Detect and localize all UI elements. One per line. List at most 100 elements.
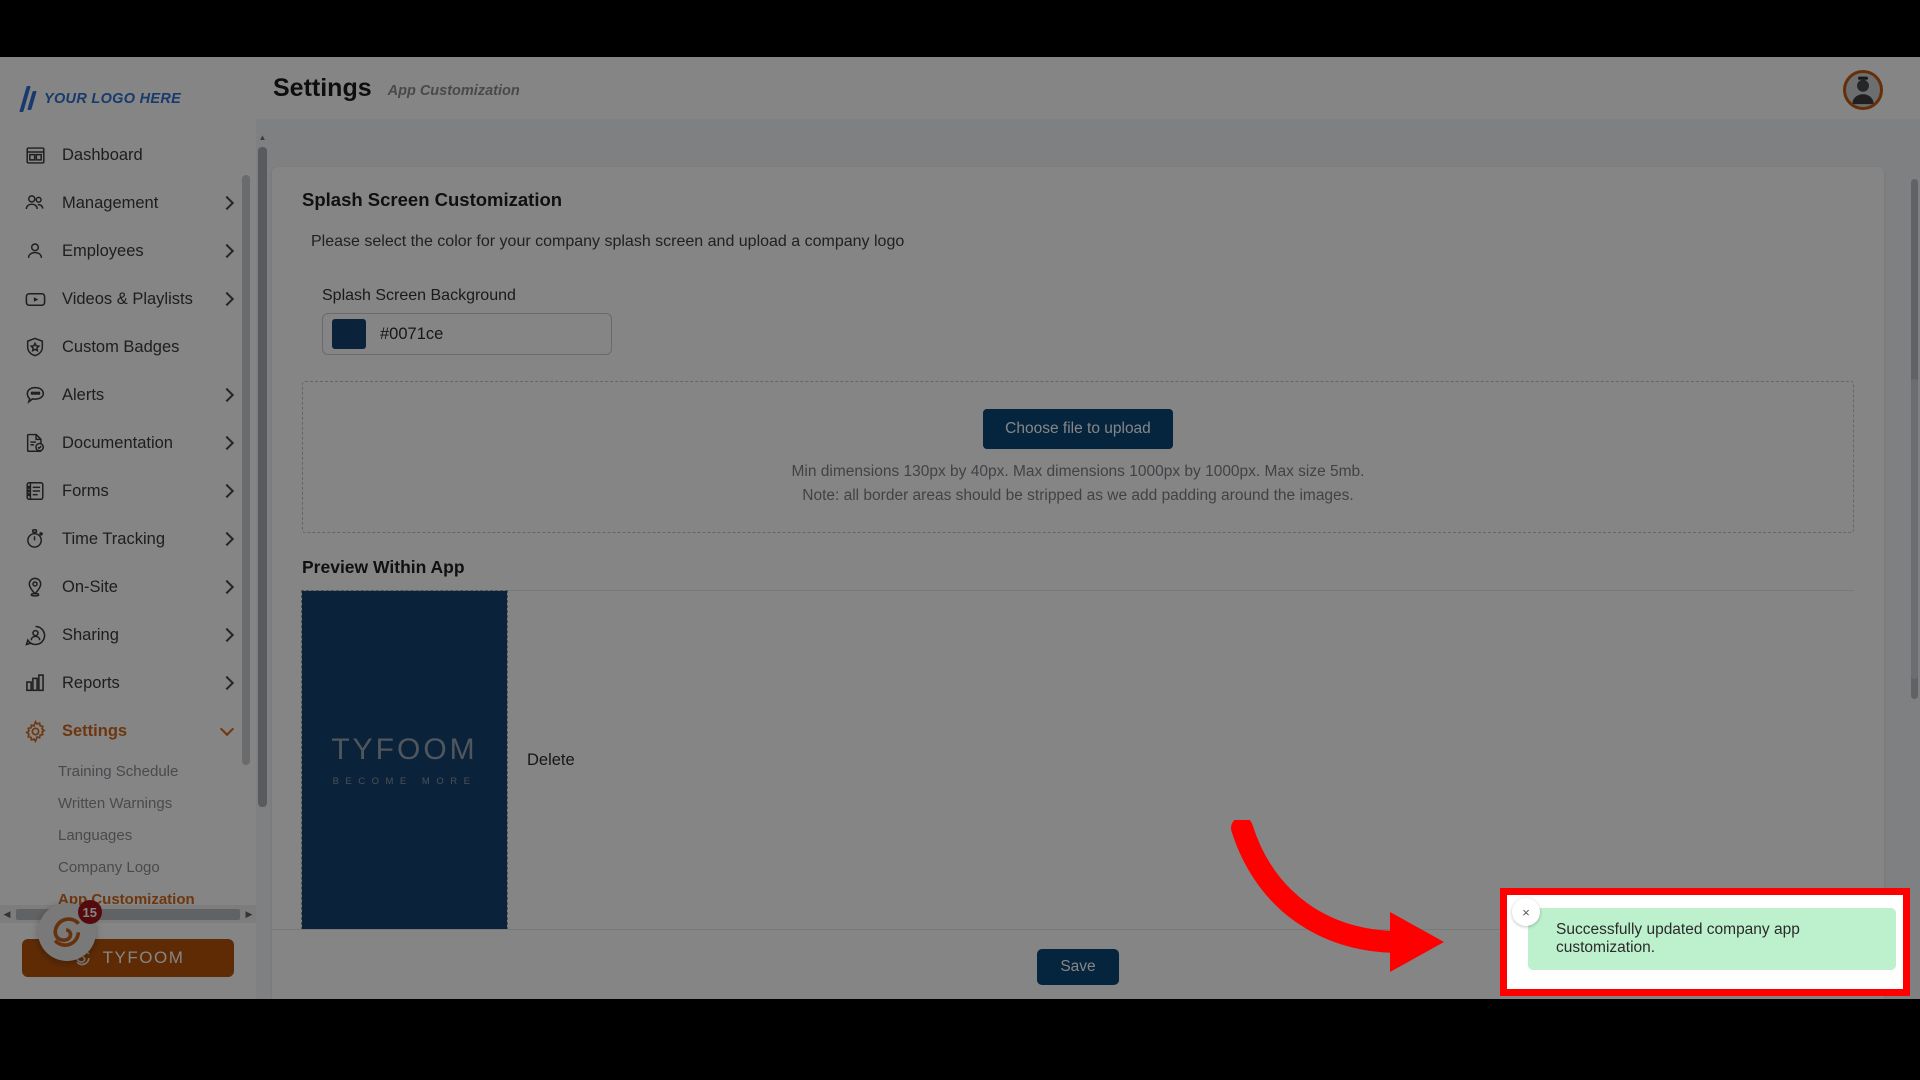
section-title: Splash Screen Customization: [302, 189, 563, 210]
stopwatch-icon: [22, 526, 48, 552]
dashboard-icon: [22, 142, 48, 168]
sidebar-item-time-tracking[interactable]: Time Tracking: [0, 515, 256, 563]
chevron-right-icon: [219, 579, 235, 595]
chevron-right-icon: [219, 243, 235, 259]
save-button[interactable]: Save: [1037, 948, 1119, 985]
card-body: Splash Screen Customization Please selec…: [272, 167, 1884, 930]
sidebar-horizontal-scrollbar[interactable]: ◀ ▶: [0, 905, 256, 923]
splash-background-label: Splash Screen Background: [322, 287, 516, 304]
gear-icon: [22, 718, 48, 744]
sidebar-subitem-training-schedule[interactable]: Training Schedule: [0, 755, 256, 787]
sidebar-subitem-label: Written Warnings: [58, 794, 173, 812]
bar-chart-icon: [22, 670, 48, 696]
sidebar-item-settings[interactable]: Settings: [0, 707, 256, 755]
splash-logo-tagline: BECOME MORE: [332, 776, 477, 787]
file-dropzone[interactable]: Choose file to upload Min dimensions 130…: [302, 381, 1854, 533]
choose-file-button[interactable]: Choose file to upload: [983, 409, 1173, 449]
document-check-icon: [22, 430, 48, 456]
color-value-text: #0071ce: [380, 324, 444, 343]
sidebar-subitem-label: Company Logo: [58, 858, 160, 876]
section-subtitle: Please select the color for your company…: [311, 233, 905, 250]
sidebar-subitem-label: Training Schedule: [58, 762, 179, 780]
chevron-right-icon: [219, 435, 235, 451]
application-window: YOUR LOGO HERE Dashboard Management Empl…: [0, 57, 1920, 999]
sidebar-item-management[interactable]: Management: [0, 179, 256, 227]
sidebar-item-label: Alerts: [62, 385, 105, 404]
badge-shield-icon: [22, 334, 48, 360]
sidebar-item-label: Management: [62, 193, 159, 212]
chevron-right-icon: [219, 483, 235, 499]
main-content: Splash Screen Customization Please selec…: [270, 119, 1920, 999]
logo-mark-icon: [19, 86, 38, 112]
sidebar-item-label: Custom Badges: [62, 337, 180, 356]
sidebar-item-label: Sharing: [62, 625, 119, 644]
sidebar-item-label: Forms: [62, 481, 109, 500]
forms-list-icon: [22, 478, 48, 504]
content-inner-scrollbar[interactable]: [258, 147, 267, 807]
sidebar-nav: Dashboard Management Employees Videos & …: [0, 131, 256, 915]
splash-preview: TYFOOM BECOME MORE: [301, 590, 508, 930]
sidebar-subitem-languages[interactable]: Languages: [0, 819, 256, 851]
sidebar-item-reports[interactable]: Reports: [0, 659, 256, 707]
content-vertical-scrollbar-secondary[interactable]: [1911, 379, 1918, 679]
sidebar-item-dashboard[interactable]: Dashboard: [0, 131, 256, 179]
chat-alert-icon: [22, 382, 48, 408]
sidebar-item-label: Settings: [62, 721, 128, 740]
screen-root: YOUR LOGO HERE Dashboard Management Empl…: [0, 0, 1920, 1080]
chevron-down-icon: [219, 721, 235, 737]
chevron-right-icon: [219, 675, 235, 691]
video-icon: [22, 286, 48, 312]
sidebar-item-custom-badges[interactable]: Custom Badges: [0, 323, 256, 371]
sidebar-item-documentation[interactable]: Documentation: [0, 419, 256, 467]
sidebar-item-alerts[interactable]: Alerts: [0, 371, 256, 419]
sidebar-subitem-label: Languages: [58, 826, 133, 844]
map-pin-icon: [22, 574, 48, 600]
sidebar: YOUR LOGO HERE Dashboard Management Empl…: [0, 57, 256, 999]
splash-background-color-input[interactable]: #0071ce: [322, 313, 612, 355]
user-icon: [22, 238, 48, 264]
topbar: Settings App Customization: [256, 57, 1920, 119]
scroll-left-arrow-icon[interactable]: ◀: [0, 909, 14, 920]
chevron-right-icon: [219, 627, 235, 643]
sidebar-item-employees[interactable]: Employees: [0, 227, 256, 275]
color-swatch[interactable]: [332, 319, 366, 349]
chevron-right-icon: [219, 387, 235, 403]
notification-count-badge: 15: [77, 900, 102, 924]
sidebar-item-label: Documentation: [62, 433, 173, 452]
sidebar-subitem-written-warnings[interactable]: Written Warnings: [0, 787, 256, 819]
breadcrumb: App Customization: [387, 83, 520, 99]
chevron-right-icon: [219, 531, 235, 547]
sidebar-item-label: Videos & Playlists: [62, 289, 193, 308]
sidebar-subitem-company-logo[interactable]: Company Logo: [0, 851, 256, 883]
sidebar-item-label: On-Site: [62, 577, 118, 596]
sidebar-item-label: Employees: [62, 241, 144, 260]
upload-hint-line-1: Min dimensions 130px by 40px. Max dimens…: [791, 463, 1365, 480]
sidebar-item-forms[interactable]: Forms: [0, 467, 256, 515]
preview-box: TYFOOM BECOME MORE Delete: [301, 590, 1854, 930]
scroll-right-arrow-icon[interactable]: ▶: [242, 909, 256, 920]
sidebar-item-on-site[interactable]: On-Site: [0, 563, 256, 611]
sidebar-item-label: Reports: [62, 673, 120, 692]
sidebar-vertical-scrollbar[interactable]: [242, 175, 250, 765]
annotation-arrow-icon: [1231, 820, 1444, 972]
brand-logo[interactable]: YOUR LOGO HERE: [0, 57, 256, 119]
delete-logo-link[interactable]: Delete: [527, 751, 575, 929]
sidebar-item-videos-playlists[interactable]: Videos & Playlists: [0, 275, 256, 323]
logo-text: YOUR LOGO HERE: [44, 91, 182, 107]
settings-card: Splash Screen Customization Please selec…: [272, 167, 1884, 999]
share-person-icon: [22, 622, 48, 648]
tyfoom-help-bubble[interactable]: 15: [38, 900, 102, 961]
users-icon: [22, 190, 48, 216]
sidebar-item-sharing[interactable]: Sharing: [0, 611, 256, 659]
close-icon[interactable]: ×: [1512, 898, 1540, 926]
upload-hint-line-2: Note: all border areas should be strippe…: [802, 487, 1354, 504]
page-title: Settings: [273, 73, 372, 102]
sidebar-item-label: Dashboard: [62, 145, 143, 164]
content-scroll-up-arrow-icon[interactable]: ▲: [258, 133, 267, 145]
toast-message: Successfully updated company app customi…: [1528, 908, 1896, 970]
chevron-right-icon: [219, 195, 235, 211]
preview-title: Preview Within App: [302, 557, 465, 577]
chevron-right-icon: [219, 291, 235, 307]
sidebar-item-label: Time Tracking: [62, 529, 165, 548]
avatar[interactable]: [1843, 70, 1883, 110]
